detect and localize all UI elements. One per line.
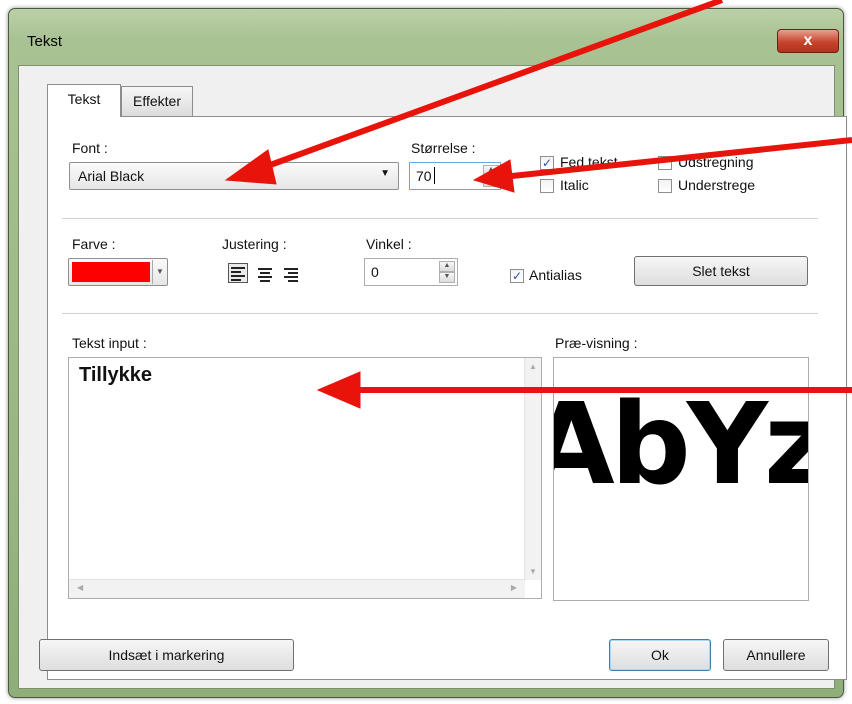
arrow-head-font <box>224 149 277 185</box>
arrow-to-size <box>511 137 852 179</box>
annotation-arrows <box>224 0 852 409</box>
arrow-to-font <box>260 0 724 171</box>
tab-tekst[interactable]: Tekst <box>47 84 121 117</box>
arrow-head-text-input <box>316 371 361 409</box>
arrow-head-size <box>472 159 515 193</box>
